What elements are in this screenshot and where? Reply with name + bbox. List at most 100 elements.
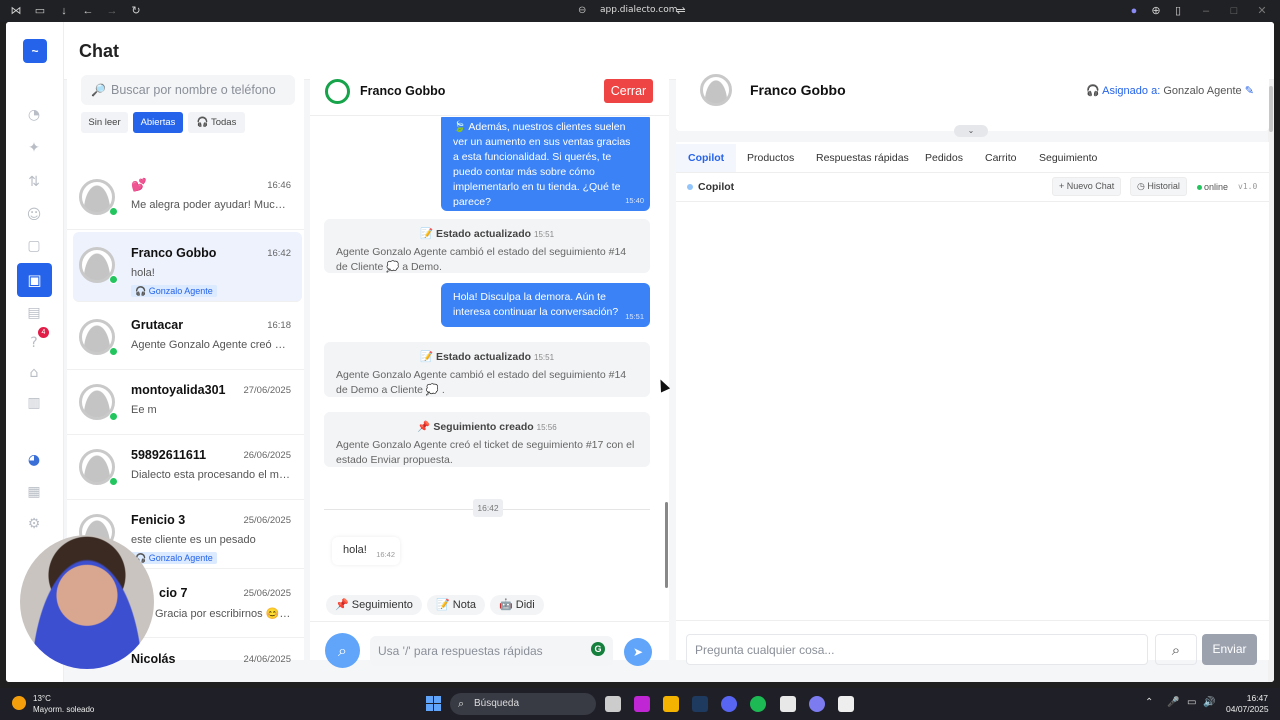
whatsapp-icon [109, 347, 118, 356]
conversation-preview: Me alegra poder ayudar! Mucha ... [131, 199, 291, 211]
spotify-icon[interactable] [750, 696, 766, 712]
conversation-item[interactable]: montoyalida301 27/06/2025 Ee m [67, 369, 304, 435]
chat-scrollbar-thumb[interactable] [665, 502, 668, 588]
logo-icon[interactable]: ~ [23, 39, 47, 63]
search-box[interactable]: 🔎 [81, 75, 295, 105]
browser-icon[interactable] [809, 696, 825, 712]
page-scrollbar-thumb[interactable] [1269, 86, 1273, 132]
send-button[interactable]: ➤ [624, 638, 652, 666]
volume-icon[interactable]: 🔊 [1203, 697, 1215, 708]
ticket-icon[interactable]: ▤ [26, 305, 42, 321]
assigned-agent[interactable]: 🎧 Asignado a: Gonzalo Agente ✎ [1086, 84, 1254, 97]
reload-icon[interactable]: ↻ [130, 5, 142, 17]
close-chat-button[interactable]: Cerrar [604, 79, 653, 103]
globe-nav-icon[interactable]: ◕ [26, 452, 42, 468]
file-explorer-icon[interactable] [663, 696, 679, 712]
taskbar-search[interactable]: ⌕ Búsqueda [450, 693, 596, 715]
tab-products[interactable]: Productos [747, 152, 794, 164]
edit-icon[interactable]: ✎ [1245, 85, 1254, 97]
new-chat-button[interactable]: + Nuevo Chat [1052, 177, 1122, 196]
message-time: 15:51 [625, 312, 644, 321]
slack-icon[interactable] [780, 696, 796, 712]
download-icon[interactable]: ↓ [58, 5, 70, 17]
split-icon[interactable]: ▯ [1172, 5, 1184, 17]
settings-icon[interactable]: ⚙ [26, 516, 42, 532]
copilot-send-button[interactable]: Enviar [1202, 634, 1257, 665]
day-separator-time: 16:42 [473, 499, 503, 517]
filter-unread[interactable]: Sin leer [81, 112, 128, 133]
chat-contact-name: Franco Gobbo [360, 84, 446, 98]
dashboard-icon[interactable]: ◔ [26, 107, 42, 123]
filter-all[interactable]: 🎧 Todas [188, 112, 245, 133]
network-icon[interactable]: ▭ [1187, 697, 1196, 708]
weather-widget[interactable]: 13°C Mayorm. soleado [33, 693, 94, 715]
windows-start-icon[interactable] [426, 696, 442, 712]
incoming-message: hola! 16:42 [332, 537, 400, 565]
event-time: 15:51 [534, 230, 555, 239]
online-status-icon [1197, 185, 1202, 190]
sparkle-icon[interactable]: ✦ [26, 140, 42, 156]
history-button[interactable]: ◷ Historial [1130, 177, 1187, 196]
menu-icon[interactable]: ⋈ [10, 5, 22, 17]
help-icon[interactable]: ? [26, 335, 42, 351]
forward-icon[interactable]: → [106, 5, 118, 17]
editor-icon[interactable] [838, 696, 854, 712]
conversation-item[interactable]: 59892611611 26/06/2025 Dialecto esta pro… [67, 434, 304, 500]
weather-desc: Mayorm. soleado [33, 705, 95, 714]
conversation-preview: este cliente es un pesado [131, 534, 256, 546]
app-icon[interactable] [634, 696, 650, 712]
close-window-icon[interactable]: ✕ [1256, 5, 1268, 17]
tab-orders[interactable]: Pedidos [925, 152, 963, 164]
attach-button[interactable]: ⌕ [325, 633, 360, 668]
history-label: Historial [1147, 181, 1180, 191]
conversation-time: 16:18 [267, 320, 291, 331]
reports-icon[interactable]: ▥ [26, 395, 42, 411]
chat-header: Franco Gobbo Cerrar [310, 64, 669, 116]
conversation-item[interactable]: 💕 16:46 Me alegra poder ayudar! Mucha ..… [67, 164, 304, 230]
extension-icon[interactable]: ● [1128, 5, 1140, 17]
apps-icon[interactable]: ▦ [26, 484, 42, 500]
filter-open[interactable]: Abiertas [133, 112, 183, 133]
quick-action-followup[interactable]: 📌 Seguimiento [326, 595, 422, 615]
search-icon: 🔎 [91, 83, 106, 97]
message-input[interactable] [370, 636, 613, 666]
whatsapp-icon [109, 275, 118, 284]
back-icon[interactable]: ← [82, 5, 94, 17]
conversation-name: Grutacar [131, 318, 184, 332]
sidebar-icon[interactable]: ▭ [34, 5, 46, 17]
chevron-down-icon[interactable]: ⌄ [954, 125, 988, 137]
conversation-item-selected[interactable]: Franco Gobbo 16:42 hola! 🎧 Gonzalo Agent… [73, 232, 302, 302]
search-input[interactable] [111, 80, 286, 100]
filter-all-label: Todas [210, 117, 237, 128]
transfer-icon[interactable]: ⇅ [26, 174, 42, 190]
microphone-icon[interactable]: 🎤 [1167, 697, 1179, 708]
contacts-icon[interactable]: ☺ [26, 207, 42, 223]
tune-icon[interactable]: ⇌ [675, 5, 687, 17]
minimize-icon[interactable]: – [1200, 5, 1212, 17]
conversation-preview: Gracia por escribirnos 😊 U... [155, 608, 291, 620]
maximize-icon[interactable]: □ [1228, 5, 1240, 17]
steam-icon[interactable] [692, 696, 708, 712]
quick-action-note[interactable]: 📝 Nota [427, 595, 485, 615]
event-time: 15:56 [536, 423, 557, 432]
address-bar[interactable]: app.dialecto.com [600, 5, 677, 15]
chat-nav-icon[interactable]: ▣ [17, 263, 52, 297]
task-view-icon[interactable] [605, 696, 621, 712]
globe-icon[interactable]: ⊕ [1150, 5, 1162, 17]
conversation-item[interactable]: Grutacar 16:18 Agente Gonzalo Agente cre… [67, 304, 304, 370]
weather-icon[interactable] [12, 696, 26, 710]
tab-copilot[interactable]: Copilot [676, 144, 737, 172]
tab-followup[interactable]: Seguimiento [1039, 152, 1097, 164]
clock[interactable]: 16:47 04/07/2025 [1226, 693, 1269, 715]
grammar-icon[interactable]: G [591, 642, 605, 656]
copilot-attach-button[interactable]: ⌕ [1155, 634, 1197, 665]
tray-expand-icon[interactable]: ⌃ [1145, 697, 1153, 708]
discord-icon[interactable] [721, 696, 737, 712]
tab-quick-replies[interactable]: Respuestas rápidas [816, 152, 909, 164]
message-icon[interactable]: ▢ [26, 238, 42, 254]
copilot-input[interactable] [686, 634, 1148, 665]
quick-action-didi[interactable]: 🤖 Didi [490, 595, 544, 615]
tab-cart[interactable]: Carrito [985, 152, 1017, 164]
bot-icon[interactable]: ⌂ [26, 365, 42, 381]
assigned-name: Gonzalo Agente [1163, 85, 1242, 97]
